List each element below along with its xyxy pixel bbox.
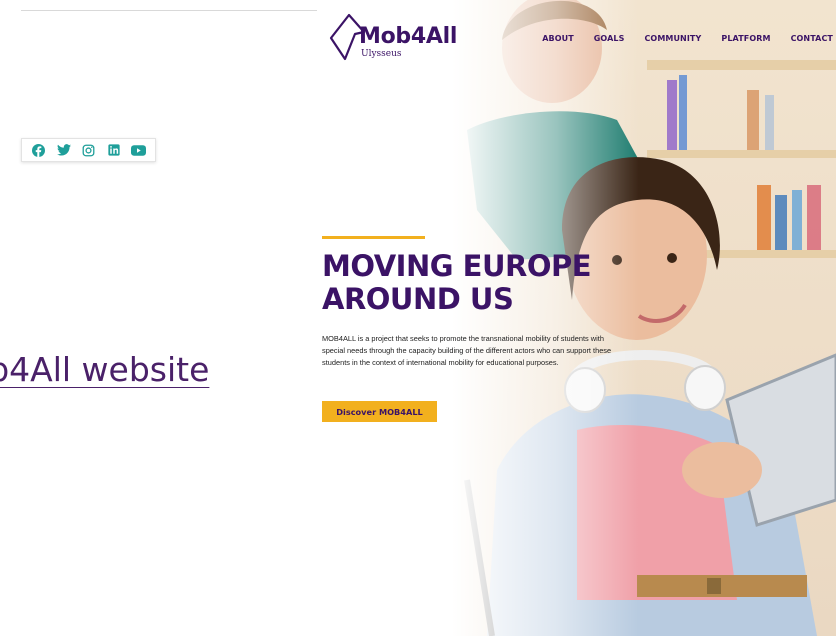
nav-platform[interactable]: PLATFORM — [721, 34, 770, 43]
logo-name: Mob4All — [359, 24, 458, 49]
nav-community[interactable]: COMMUNITY — [644, 34, 701, 43]
headline-line-2: AROUND US — [322, 282, 514, 316]
accent-bar — [322, 236, 425, 239]
website-link[interactable]: ob4All website — [0, 350, 209, 389]
page: ob4All website — [0, 0, 836, 636]
nav-contact[interactable]: CONTACT — [791, 34, 833, 43]
logo[interactable]: Mob4All Ulysseus — [327, 12, 457, 62]
divider — [21, 10, 317, 11]
social-icons-bar — [21, 138, 156, 162]
nav-about[interactable]: ABOUT — [542, 34, 574, 43]
linkedin-icon[interactable] — [106, 142, 122, 158]
main-nav: ABOUT GOALS COMMUNITY PLATFORM CONTACT — [542, 34, 833, 43]
headline-line-1: MOVING EUROPE — [322, 249, 592, 283]
youtube-icon[interactable] — [131, 142, 147, 158]
discover-button[interactable]: Discover MOB4ALL — [322, 401, 437, 422]
facebook-icon[interactable] — [31, 142, 47, 158]
nav-goals[interactable]: GOALS — [594, 34, 625, 43]
logo-subtitle: Ulysseus — [361, 49, 402, 59]
hero-description: MOB4ALL is a project that seeks to promo… — [322, 334, 612, 367]
twitter-icon[interactable] — [56, 142, 72, 158]
hero-headline: MOVING EUROPE AROUND US — [322, 250, 652, 316]
hero-photo — [317, 0, 836, 636]
instagram-icon[interactable] — [81, 142, 97, 158]
hero-section: Mob4All Ulysseus ABOUT GOALS COMMUNITY P… — [317, 0, 836, 636]
